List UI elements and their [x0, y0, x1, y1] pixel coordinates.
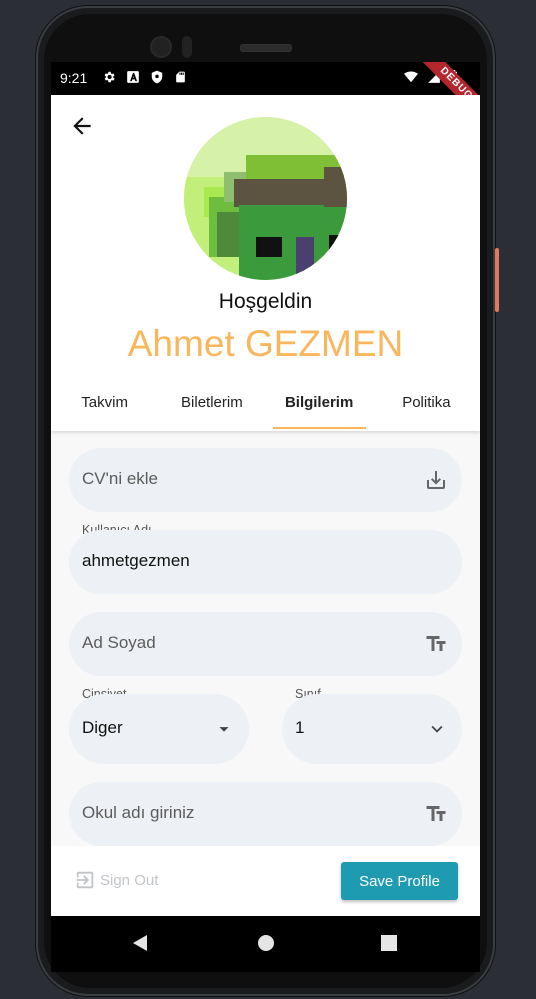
gender-value: Diger — [82, 718, 123, 737]
bottom-action-bar: Sign Out Save Profile — [51, 846, 480, 916]
sdcard-icon — [176, 71, 185, 83]
app-screen: 9:21 DEBUG Hoşgeldin Ahmet GEZMEN Takvim… — [51, 62, 480, 916]
arrow-drop-down-icon — [219, 727, 229, 732]
school-field[interactable]: Okul adı giriniz — [69, 782, 462, 846]
status-left-icons — [102, 70, 187, 84]
sign-out-button[interactable]: Sign Out — [74, 869, 158, 891]
username-value: ahmetgezmen — [82, 551, 190, 570]
user-name: Ahmet GEZMEN — [127, 323, 404, 364]
grade-dropdown[interactable]: 1 — [282, 694, 462, 764]
home-icon[interactable] — [257, 934, 275, 952]
avatar[interactable] — [184, 117, 347, 280]
gender-dropdown[interactable]: Diger — [69, 694, 249, 764]
sensor — [182, 36, 192, 58]
status-time: 9:21 — [60, 70, 88, 86]
system-nav-bar — [51, 916, 480, 972]
a-icon — [127, 71, 139, 83]
status-bar: 9:21 DEBUG — [51, 62, 480, 123]
text-fields-icon — [426, 636, 446, 651]
text-fields-icon — [426, 806, 446, 821]
grade-value: 1 — [295, 718, 305, 737]
username-field[interactable]: ahmetgezmen — [69, 530, 462, 594]
save-profile-button[interactable]: Save Profile — [341, 862, 458, 900]
earpiece-speaker — [240, 44, 292, 52]
tab-politika[interactable]: Politika — [373, 385, 480, 431]
sign-out-label: Sign Out — [100, 871, 159, 889]
recents-icon[interactable] — [380, 934, 398, 952]
avatar-image — [184, 117, 347, 280]
chevron-down-icon — [431, 725, 443, 733]
cv-upload-field[interactable]: CV'ni ekle — [69, 448, 462, 512]
settings-icon — [104, 71, 115, 83]
power-button — [495, 248, 499, 312]
tab-bar: Takvim Biletlerim Bilgilerim Politika — [51, 385, 480, 431]
profile-header: Hoşgeldin Ahmet GEZMEN Takvim Biletlerim… — [51, 95, 480, 431]
fullname-placeholder: Ad Soyad — [82, 633, 156, 652]
school-placeholder: Okul adı giriniz — [82, 803, 195, 822]
fullname-field[interactable]: Ad Soyad — [69, 612, 462, 676]
front-camera — [152, 38, 170, 56]
tab-biletlerim[interactable]: Biletlerim — [158, 385, 265, 431]
cv-upload-placeholder: CV'ni ekle — [82, 469, 159, 488]
exit-icon — [76, 871, 94, 889]
welcome-text: Hoşgeldin — [218, 290, 313, 313]
back-icon[interactable] — [131, 934, 149, 952]
wifi-icon — [404, 71, 418, 83]
back-arrow-icon[interactable] — [69, 113, 95, 139]
tab-bilgilerim[interactable]: Bilgilerim — [266, 385, 373, 431]
shield-icon — [151, 70, 163, 84]
download-icon[interactable] — [424, 468, 448, 492]
tab-takvim[interactable]: Takvim — [51, 385, 158, 431]
